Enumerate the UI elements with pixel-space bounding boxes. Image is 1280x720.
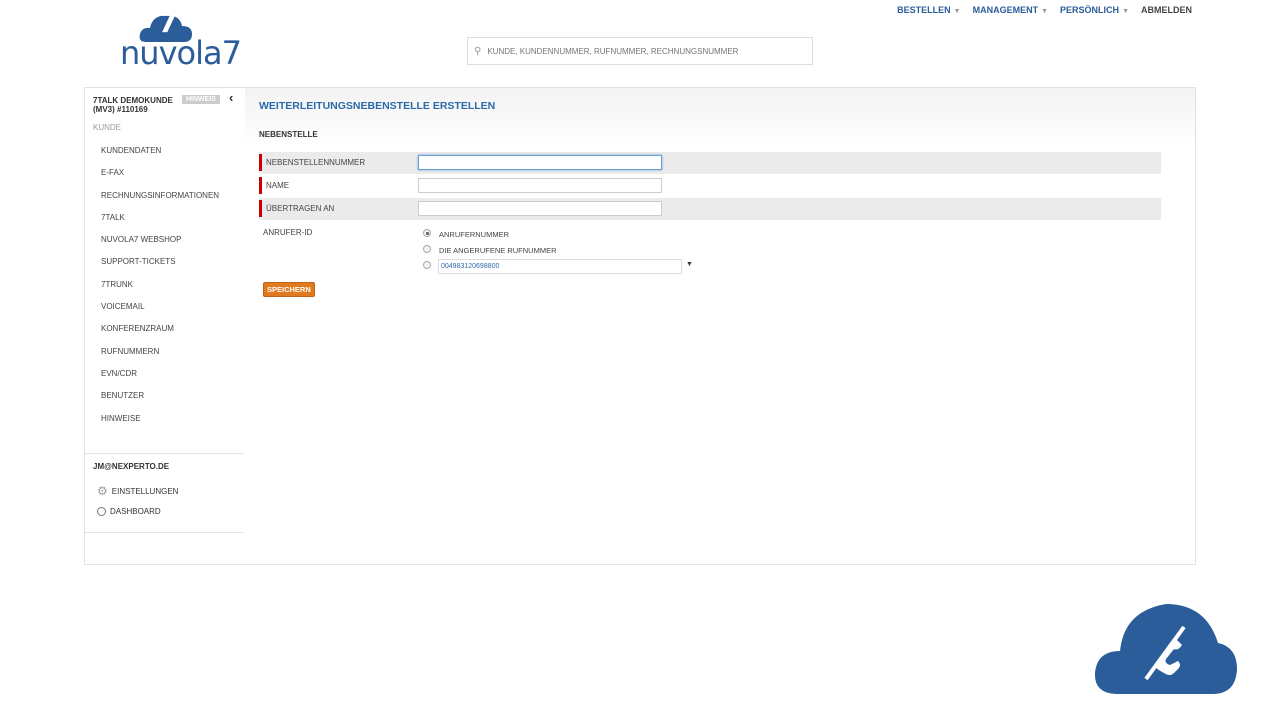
radio-label-angerufene-rufnummer: DIE ANGERUFENE RUFNUMMER bbox=[439, 246, 557, 255]
settings-label: EINSTELLUNGEN bbox=[111, 486, 179, 496]
chevron-down-icon: ▼ bbox=[1122, 8, 1129, 15]
sidebar-item-rufnummern[interactable]: RUFNUMMERN bbox=[101, 347, 219, 369]
chevron-down-icon: ▼ bbox=[953, 8, 961, 15]
sidebar-item-7talk[interactable]: 7TALK bbox=[101, 213, 219, 235]
sidebar-item-support-tickets[interactable]: SUPPORT-TICKETS bbox=[101, 257, 219, 279]
sidebar-item-efax[interactable]: E-FAX bbox=[101, 168, 219, 190]
sidebar-item-kundendaten[interactable]: KUNDENDATEN bbox=[101, 146, 219, 168]
sidebar-item-hinweise[interactable]: HINWEISE bbox=[101, 414, 219, 436]
nav-management[interactable]: MANAGEMENT ▼ bbox=[973, 5, 1048, 15]
search-input[interactable] bbox=[485, 45, 790, 57]
sidebar-item-7trunk[interactable]: 7TRUNK bbox=[101, 280, 219, 302]
form-row-name: NAME bbox=[259, 175, 1161, 197]
form-row-nebenstellennummer: NEBENSTELLENNUMMER bbox=[259, 152, 1161, 174]
user-email: JM@NEXPERTO.DE bbox=[93, 462, 170, 471]
sidebar-item-evn-cdr[interactable]: EVN/CDR bbox=[101, 369, 219, 391]
dropdown-caret-icon[interactable]: ▼ bbox=[686, 261, 693, 268]
nebenstellennummer-input[interactable] bbox=[418, 155, 662, 170]
radio-label-anrufernummer: ANRUFERNUMMER bbox=[439, 230, 509, 239]
field-label: NEBENSTELLENNUMMER bbox=[266, 158, 366, 167]
radio-anrufernummer[interactable] bbox=[423, 229, 431, 237]
field-label: ÜBERTRAGEN AN bbox=[266, 204, 335, 213]
sidebar-divider bbox=[85, 532, 244, 533]
clock-icon bbox=[97, 507, 106, 516]
sidebar-item-voicemail[interactable]: VOICEMAIL bbox=[101, 302, 219, 324]
required-marker bbox=[259, 200, 262, 217]
form-row-uebertragen-an: ÜBERTRAGEN AN bbox=[259, 198, 1161, 220]
customer-name: 7TALK DEMOKUNDE (MV3) #110169 bbox=[93, 96, 173, 114]
sidebar-section-label: KUNDE bbox=[93, 123, 122, 132]
gear-icon: ⚙ bbox=[97, 484, 108, 498]
nav-persoenlich[interactable]: PERSÖNLICH ▼ bbox=[1060, 5, 1129, 15]
field-label: NAME bbox=[266, 181, 290, 190]
required-marker bbox=[259, 177, 262, 194]
nuvola7-logo[interactable]: 7 nuvola7 bbox=[118, 6, 242, 72]
uebertragen-an-input[interactable] bbox=[418, 201, 662, 216]
dashboard-label: DASHBOARD bbox=[110, 507, 161, 516]
search-icon: ⚲ bbox=[474, 45, 482, 57]
logo-wordmark: nuvola7 bbox=[120, 34, 242, 72]
chevron-down-icon: ▼ bbox=[1041, 8, 1049, 15]
nav-abmelden[interactable]: ABMELDEN bbox=[1141, 5, 1192, 15]
phone-cloud-icon bbox=[1094, 604, 1237, 694]
radio-angerufene-rufnummer[interactable] bbox=[423, 245, 431, 253]
sidebar-divider bbox=[85, 453, 244, 454]
radio-custom-number[interactable] bbox=[423, 261, 431, 269]
sidebar-item-rechnungsinformationen[interactable]: RECHNUNGSINFORMATIONEN bbox=[101, 191, 219, 213]
hint-badge[interactable]: HINWEIS bbox=[182, 95, 220, 104]
page-title: WEITERLEITUNGSNEBENSTELLE ERSTELLEN bbox=[259, 100, 496, 112]
name-input[interactable] bbox=[418, 178, 662, 193]
nav-bestellen[interactable]: BESTELLEN ▼ bbox=[897, 5, 960, 15]
content-frame: 7TALK DEMOKUNDE (MV3) #110169 HINWEIS ‹ … bbox=[84, 87, 1196, 565]
sidebar: 7TALK DEMOKUNDE (MV3) #110169 HINWEIS ‹ … bbox=[85, 88, 246, 564]
collapse-sidebar-icon[interactable]: ‹ bbox=[229, 90, 233, 105]
sidebar-item-konferenzraum[interactable]: KONFERENZRAUM bbox=[101, 324, 219, 346]
global-search: ⚲ bbox=[467, 37, 813, 65]
caller-number-select[interactable]: 004983120698800 bbox=[438, 259, 682, 274]
top-navigation: BESTELLEN ▼ MANAGEMENT ▼ PERSÖNLICH ▼ ABMEL… bbox=[897, 5, 1192, 15]
dashboard-link[interactable]: DASHBOARD bbox=[97, 507, 161, 516]
settings-link[interactable]: ⚙ EINSTELLUNGEN bbox=[97, 484, 178, 498]
sidebar-item-benutzer[interactable]: BENUTZER bbox=[101, 391, 219, 413]
sidebar-menu: KUNDENDATEN E-FAX RECHNUNGSINFORMATIONEN… bbox=[101, 146, 219, 436]
save-button[interactable]: SPEICHERN bbox=[263, 282, 315, 297]
section-heading: NEBENSTELLE bbox=[259, 130, 318, 139]
required-marker bbox=[259, 154, 262, 171]
caller-id-label: ANRUFER-ID bbox=[263, 228, 313, 237]
sidebar-item-webshop[interactable]: NUVOLA7 WEBSHOP bbox=[101, 235, 219, 257]
main-panel: WEITERLEITUNGSNEBENSTELLE ERSTELLEN NEBE… bbox=[245, 88, 1195, 564]
